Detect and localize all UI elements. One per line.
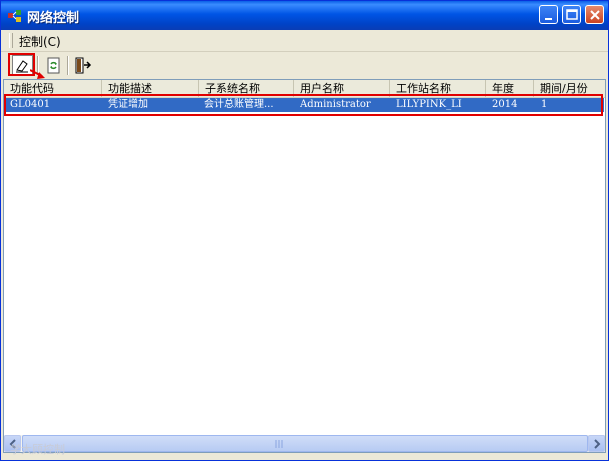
menu-grip — [9, 33, 13, 48]
maximize-button[interactable] — [562, 5, 581, 24]
scroll-grip-icon — [275, 440, 283, 448]
minimize-icon — [545, 18, 552, 20]
chevron-right-icon — [594, 439, 601, 449]
row-highlight-box — [4, 94, 603, 116]
scroll-thumb[interactable] — [22, 435, 588, 452]
task-list[interactable]: 功能代码 功能描述 子系统名称 用户名称 工作站名称 年度 期间/月份 GL04… — [3, 79, 606, 453]
minimize-button[interactable] — [539, 5, 558, 24]
toolbar — [1, 52, 608, 79]
title-bar[interactable]: 网络控制 — [1, 1, 608, 30]
window-title: 网络控制 — [27, 11, 80, 26]
scroll-right-button[interactable] — [588, 435, 605, 452]
network-app-icon — [8, 10, 21, 22]
toolbar-separator — [67, 56, 69, 75]
menu-bar: 控制(C) — [1, 30, 608, 52]
menu-item-control[interactable]: 控制(C) — [19, 33, 61, 50]
exit-door-icon — [75, 57, 92, 74]
close-icon — [590, 10, 600, 20]
exit-button[interactable] — [72, 55, 93, 76]
horizontal-scrollbar[interactable] — [4, 435, 605, 452]
maximize-icon — [566, 9, 578, 20]
close-button[interactable] — [585, 5, 604, 24]
watermark: 学大顾控制 — [10, 443, 65, 456]
